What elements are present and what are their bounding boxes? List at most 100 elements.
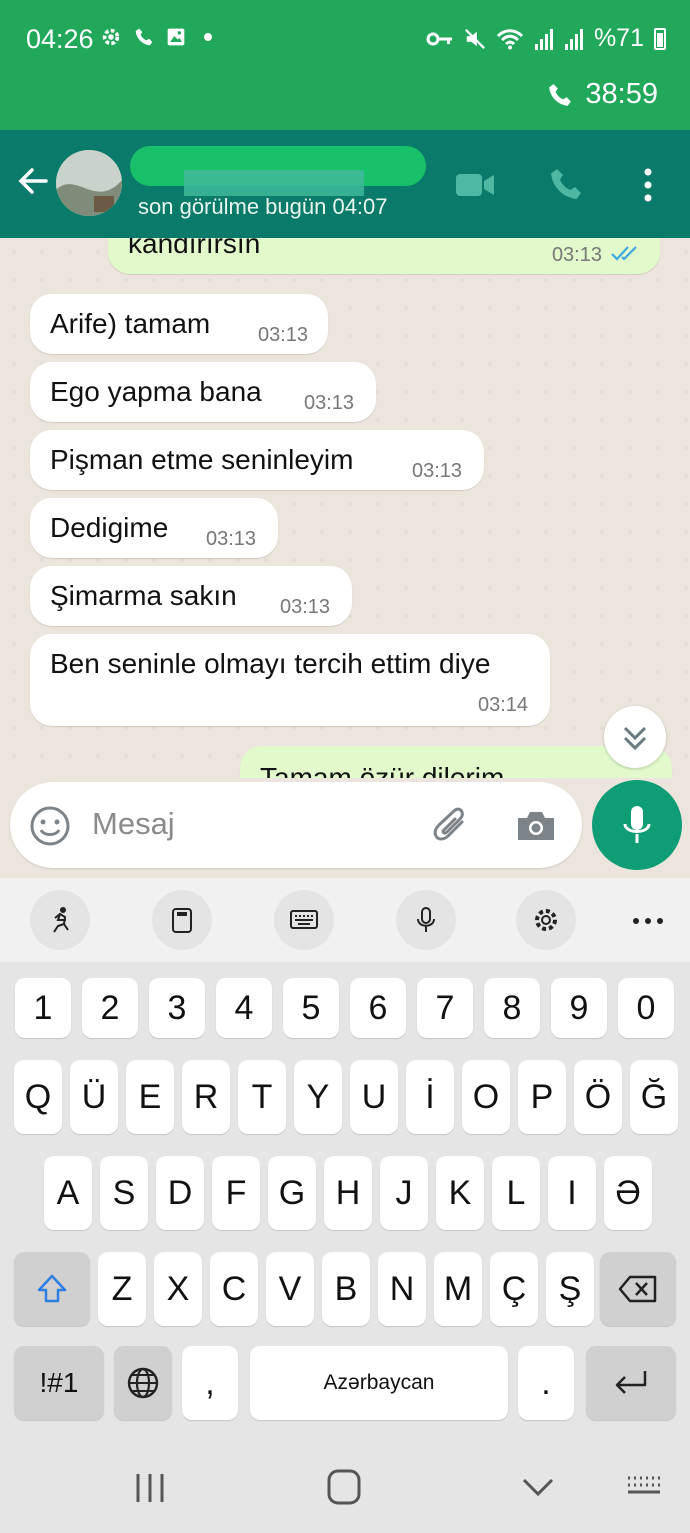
message-incoming[interactable]: Ben seninle olmayı tercih ettim diye 03:… — [30, 634, 550, 726]
voice-input-button[interactable] — [396, 890, 456, 950]
key-i-dotless[interactable]: I — [548, 1156, 596, 1230]
message-incoming[interactable]: Dedigime 03:13 — [30, 498, 278, 558]
recent-apps-icon[interactable] — [128, 1468, 172, 1508]
ongoing-call-banner[interactable]: 38:59 — [0, 78, 690, 130]
back-chevron-icon[interactable] — [516, 1468, 560, 1508]
key-y[interactable]: Y — [294, 1060, 342, 1134]
key-c[interactable]: C — [210, 1252, 258, 1326]
key-5[interactable]: 5 — [283, 978, 339, 1038]
key-3[interactable]: 3 — [149, 978, 205, 1038]
key-schwa[interactable]: Ə — [604, 1156, 652, 1230]
message-time: 03:13 — [280, 596, 331, 618]
running-figure-icon — [53, 907, 69, 933]
key-x[interactable]: X — [154, 1252, 202, 1326]
key-s[interactable]: S — [100, 1156, 148, 1230]
key-e[interactable]: E — [126, 1060, 174, 1134]
key-6[interactable]: 6 — [350, 978, 406, 1038]
contact-avatar[interactable] — [56, 150, 122, 216]
chat-messages[interactable]: kandırırsın 03:13 Arife) tamam 03:13 Ego… — [0, 238, 690, 778]
key-j[interactable]: J — [380, 1156, 428, 1230]
scroll-to-bottom-button[interactable] — [604, 706, 666, 768]
voice-message-button[interactable] — [592, 780, 682, 870]
key-7[interactable]: 7 — [417, 978, 473, 1038]
key-9[interactable]: 9 — [551, 978, 607, 1038]
status-icons-right: %71 — [426, 24, 666, 53]
notification-dot-icon — [204, 33, 212, 41]
backspace-icon — [618, 1275, 657, 1303]
key-o-umlaut[interactable]: Ö — [574, 1060, 622, 1134]
message-time: 03:13 — [304, 392, 355, 414]
camera-icon[interactable] — [514, 804, 558, 848]
shift-key[interactable] — [14, 1252, 90, 1326]
key-b[interactable]: B — [322, 1252, 370, 1326]
key-r[interactable]: R — [182, 1060, 230, 1134]
key-a[interactable]: A — [44, 1156, 92, 1230]
key-k[interactable]: K — [436, 1156, 484, 1230]
key-n[interactable]: N — [378, 1252, 426, 1326]
key-c-cedilla[interactable]: Ç — [490, 1252, 538, 1326]
message-incoming[interactable]: Ego yapma bana 03:13 — [30, 362, 376, 422]
keyboard-icon — [290, 910, 318, 929]
voice-call-icon[interactable] — [548, 166, 584, 202]
language-key[interactable] — [114, 1346, 172, 1420]
keyboard-switch-icon[interactable] — [624, 1468, 668, 1508]
key-z[interactable]: Z — [98, 1252, 146, 1326]
video-call-icon[interactable] — [454, 170, 496, 200]
message-text: Ego yapma bana — [50, 376, 262, 407]
key-u[interactable]: U — [350, 1060, 398, 1134]
battery-icon — [654, 27, 666, 50]
key-t[interactable]: T — [238, 1060, 286, 1134]
attach-paperclip-icon[interactable] — [430, 804, 474, 848]
key-2[interactable]: 2 — [82, 978, 138, 1038]
key-o[interactable]: O — [462, 1060, 510, 1134]
key-h[interactable]: H — [324, 1156, 372, 1230]
gallery-status-icon — [167, 28, 185, 46]
ellipsis-icon — [633, 918, 663, 924]
key-p[interactable]: P — [518, 1060, 566, 1134]
key-8[interactable]: 8 — [484, 978, 540, 1038]
message-text: Tamam özür dilerim — [260, 762, 505, 778]
message-incoming[interactable]: Şimarma sakın 03:13 — [30, 566, 352, 626]
space-key[interactable]: Azərbaycan — [250, 1346, 508, 1420]
message-placeholder: Mesaj — [92, 806, 175, 841]
key-g-breve[interactable]: Ğ — [630, 1060, 678, 1134]
key-f[interactable]: F — [212, 1156, 260, 1230]
period-key[interactable]: . — [518, 1346, 574, 1420]
key-i-dotted[interactable]: İ — [406, 1060, 454, 1134]
home-icon[interactable] — [322, 1468, 366, 1508]
key-u-umlaut[interactable]: Ü — [70, 1060, 118, 1134]
keyboard-mode-button[interactable] — [274, 890, 334, 950]
message-incoming[interactable]: Pişman etme seninleyim 03:13 — [30, 430, 484, 490]
key-q[interactable]: Q — [14, 1060, 62, 1134]
key-1[interactable]: 1 — [15, 978, 71, 1038]
keyboard-settings-button[interactable] — [516, 890, 576, 950]
call-timer: 38:59 — [547, 78, 658, 111]
message-text: Dedigime — [50, 512, 169, 543]
backspace-key[interactable] — [600, 1252, 676, 1326]
message-input[interactable]: Mesaj — [10, 782, 582, 868]
emoji-icon[interactable] — [28, 804, 72, 848]
symbols-key[interactable]: !#1 — [14, 1346, 104, 1420]
key-v[interactable]: V — [266, 1252, 314, 1326]
enter-key[interactable] — [586, 1346, 676, 1420]
key-d[interactable]: D — [156, 1156, 204, 1230]
call-duration: 38:59 — [585, 78, 658, 110]
key-g[interactable]: G — [268, 1156, 316, 1230]
back-arrow-icon[interactable] — [16, 164, 50, 198]
more-options-icon[interactable] — [638, 166, 658, 204]
more-tools-button[interactable] — [630, 906, 670, 936]
comma-key[interactable]: , — [182, 1346, 238, 1420]
key-l[interactable]: L — [492, 1156, 540, 1230]
clipboard-button[interactable] — [152, 890, 212, 950]
message-incoming[interactable]: Arife) tamam 03:13 — [30, 294, 328, 354]
key-4[interactable]: 4 — [216, 978, 272, 1038]
key-0[interactable]: 0 — [618, 978, 674, 1038]
key-s-cedilla[interactable]: Ş — [546, 1252, 594, 1326]
sticker-button[interactable] — [30, 890, 90, 950]
message-outgoing[interactable]: kandırırsın 03:13 — [108, 238, 660, 274]
message-text: Ben seninle olmayı tercih ettim diye — [50, 648, 491, 679]
key-m[interactable]: M — [434, 1252, 482, 1326]
phone-icon — [549, 83, 572, 106]
status-time: 04:26 — [26, 24, 94, 54]
clipboard-icon — [172, 908, 192, 933]
